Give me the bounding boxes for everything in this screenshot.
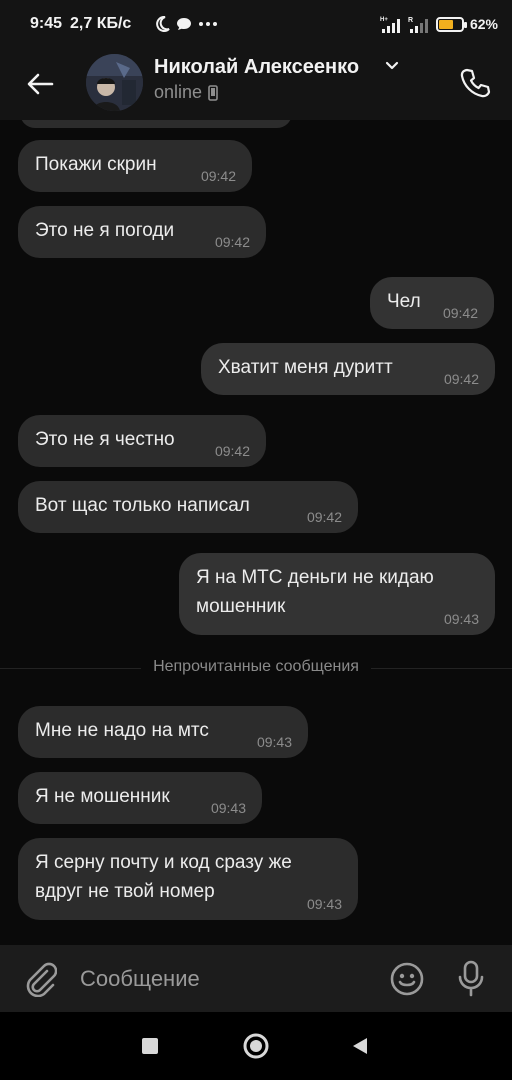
home-button[interactable] — [238, 1028, 274, 1064]
svg-text:R: R — [408, 17, 413, 24]
signal-h-plus-icon: H+ — [380, 17, 400, 33]
message-time: 09:42 — [443, 371, 479, 387]
message-time: 09:43 — [306, 896, 342, 912]
message-bubble-outgoing[interactable]: Чел 09:42 — [370, 277, 494, 329]
attach-button[interactable] — [20, 957, 60, 1001]
message-bubble-incoming[interactable]: Это не я погоди 09:42 — [18, 206, 266, 258]
moon-icon — [156, 16, 170, 32]
contact-status: online — [154, 82, 218, 103]
avatar-image — [86, 54, 143, 111]
message-text: Вот щас только написал — [35, 495, 250, 516]
message-bubble-incoming[interactable]: Покажи скрин 09:42 — [18, 140, 252, 192]
online-status-text: online — [154, 82, 203, 102]
message-time: 09:42 — [306, 509, 342, 525]
message-time: 09:42 — [442, 305, 478, 321]
message-composer — [0, 945, 512, 1012]
microphone-button[interactable] — [450, 957, 492, 1001]
message-text: Хватит меня дуритт — [218, 357, 393, 378]
system-back-button[interactable] — [342, 1028, 378, 1064]
message-text-line: Я на МТС деньги не кидаю — [196, 567, 434, 588]
emoji-icon — [390, 962, 424, 996]
back-arrow-icon — [27, 73, 54, 95]
message-bubble-outgoing[interactable]: Я на МТС деньги не кидаю мошенник 09:43 — [179, 553, 495, 635]
phone-call-icon — [460, 68, 491, 98]
more-dots-icon — [199, 22, 217, 26]
home-circle-icon — [243, 1033, 269, 1059]
status-network-speed: 2,7 КБ/с — [70, 15, 132, 32]
message-bubble-partial[interactable] — [20, 120, 292, 128]
message-bubble-incoming[interactable]: Я серну почту и код сразу же вдруг не тв… — [18, 838, 358, 920]
avatar[interactable] — [86, 54, 143, 111]
message-text-line: вдруг не твой номер — [35, 881, 215, 902]
chat-header: Николай Алексеенко online — [0, 50, 512, 120]
paperclip-icon — [26, 962, 57, 997]
message-time: 09:43 — [443, 611, 479, 627]
status-time: 9:45 — [30, 15, 63, 32]
signal-r-icon: R — [408, 17, 428, 33]
message-text-line: Я серну почту и код сразу же — [35, 852, 292, 873]
message-input[interactable] — [80, 959, 370, 999]
back-triangle-icon — [353, 1038, 367, 1054]
message-text: Мне не надо на мтс — [35, 720, 209, 741]
svg-text:H+: H+ — [380, 17, 388, 23]
message-list[interactable]: Покажи скрин 09:42 Это не я погоди 09:42… — [0, 120, 512, 945]
contact-name[interactable]: Николай Алексеенко — [154, 56, 359, 79]
battery-icon — [435, 16, 467, 32]
recents-square-icon — [142, 1038, 158, 1054]
system-nav-bar — [0, 1012, 512, 1080]
message-bubble-incoming[interactable]: Вот щас только написал 09:42 — [18, 481, 358, 533]
microphone-icon — [458, 960, 484, 997]
message-time: 09:43 — [210, 800, 246, 816]
message-time: 09:42 — [214, 234, 250, 250]
unread-divider-label: Непрочитанные сообщения — [141, 658, 371, 675]
chevron-down-icon[interactable] — [384, 60, 400, 72]
phone-device-icon — [208, 84, 218, 101]
chat-bubble-icon — [177, 18, 191, 30]
message-bubble-incoming[interactable]: Мне не надо на мтс 09:43 — [18, 706, 308, 758]
battery-percent: 62% — [469, 16, 498, 32]
message-bubble-incoming[interactable]: Я не мошенник 09:43 — [18, 772, 262, 824]
emoji-button[interactable] — [386, 957, 428, 1001]
message-time: 09:42 — [200, 168, 236, 184]
recents-button[interactable] — [132, 1028, 168, 1064]
message-bubble-incoming[interactable]: Это не я честно 09:42 — [18, 415, 266, 467]
back-button[interactable] — [18, 62, 62, 106]
call-button[interactable] — [452, 60, 498, 106]
message-time: 09:43 — [256, 734, 292, 750]
message-text-line: мошенник — [196, 596, 286, 617]
message-bubble-outgoing[interactable]: Хватит меня дуритт 09:42 — [201, 343, 495, 395]
unread-divider: Непрочитанные сообщения — [0, 658, 512, 676]
message-time: 09:42 — [214, 443, 250, 459]
status-bar: 9:45 2,7 КБ/с H+ R 62% — [0, 0, 512, 50]
